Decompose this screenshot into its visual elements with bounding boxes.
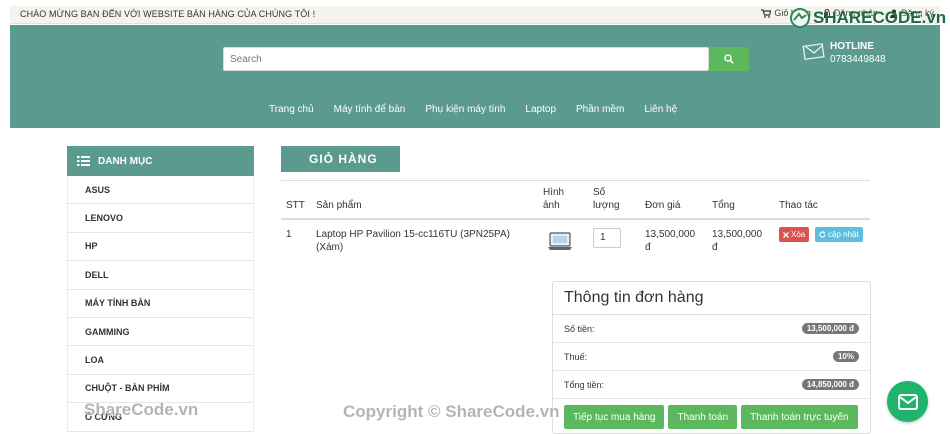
sidebar-item-asus[interactable]: ASUS — [67, 176, 254, 205]
cart-table: STT Sản phẩm Hình ảnh Số lượng Đơn giá Tổn… — [281, 180, 870, 262]
sidebar-item-lenovo[interactable]: LENOVO — [67, 204, 254, 233]
order-title: Thông tin đơn hàng — [553, 282, 870, 315]
watermark-copyright: Copyright © ShareCode.vn — [343, 402, 560, 421]
refresh-icon — [819, 231, 826, 238]
category-title: DANH MỤC — [98, 155, 153, 167]
grand-total-row: Tổng tiền: 14,850,000 đ — [553, 371, 870, 399]
subtotal-label: Số tiền: — [564, 323, 595, 334]
mail-icon — [897, 393, 918, 410]
row-unit-price-line2: đ — [645, 242, 651, 253]
row-total-line1: 13,500,000 — [712, 229, 763, 240]
row-unit-price-line1: 13,500,000 — [645, 229, 696, 240]
tax-row: Thuế: 10% — [553, 343, 870, 371]
category-sidebar: DANH MỤC ASUS LENOVO HP DELL MÁY TÍNH BÀ… — [67, 146, 254, 432]
order-summary-panel: Thông tin đơn hàng Số tiền: 13,500,000 đ… — [552, 281, 871, 434]
col-image-line1: Hình — [543, 187, 565, 198]
update-label: cập nhật — [828, 230, 859, 239]
nav-home[interactable]: Trang chủ — [269, 104, 314, 115]
nav-contact[interactable]: Liên hệ — [644, 104, 677, 115]
col-qty-line1: Số — [593, 187, 606, 198]
col-stt: STT — [286, 200, 305, 211]
row-stt: 1 — [286, 229, 292, 240]
hotline-label: HOTLINE — [830, 41, 874, 52]
row-product[interactable]: Laptop HP Pavilion 15-cc116TU (3PN25PA) (… — [316, 228, 510, 254]
grand-total-badge: 14,850,000 đ — [801, 379, 859, 390]
col-actions: Thao tác — [779, 200, 818, 211]
col-qty-line2: lượng — [593, 200, 620, 211]
sidebar-item-speaker[interactable]: LOA — [67, 346, 254, 375]
col-total: Tổng — [712, 200, 735, 211]
cart-icon — [761, 8, 772, 18]
envelope-icon — [802, 43, 825, 61]
subtotal-row: Số tiền: 13,500,000 đ — [553, 315, 870, 343]
sidebar-item-hp[interactable]: HP — [67, 232, 254, 262]
hotline: HOTLINE 0783449848 — [802, 41, 886, 65]
sidebar-item-dell[interactable]: DELL — [67, 261, 254, 290]
nav-software[interactable]: Phần mềm — [576, 104, 624, 115]
continue-shopping-button[interactable]: Tiếp tục mua hàng — [564, 405, 665, 429]
col-qty: Số lượng — [593, 186, 620, 212]
row-unit-price: 13,500,000 đ — [645, 228, 695, 254]
delete-label: Xóa — [791, 230, 806, 239]
search-input[interactable] — [224, 48, 708, 70]
search-button[interactable] — [709, 47, 749, 71]
sidebar-item-desktop[interactable]: MÁY TÍNH BÀN — [67, 289, 254, 318]
sidebar-item-mouse-keyboard[interactable]: CHUỘT - BÀN PHÍM — [67, 374, 254, 404]
list-icon — [77, 156, 90, 166]
delete-button[interactable]: Xóa — [779, 227, 810, 242]
update-button[interactable]: cập nhật — [815, 227, 863, 242]
subtotal-badge: 13,500,000 đ — [801, 323, 859, 334]
tax-label: Thuế: — [564, 351, 588, 362]
sidebar-item-gaming[interactable]: GAMMING — [67, 317, 254, 347]
chat-button[interactable] — [887, 381, 928, 422]
row-product-line1: Laptop HP Pavilion 15-cc116TU (3PN25PA) — [316, 229, 510, 240]
main-nav: Trang chủ Máy tính để bàn Phụ kiện máy t… — [269, 104, 697, 115]
header: HOTLINE 0783449848 Trang chủ Máy tính để… — [10, 25, 940, 128]
search-box — [223, 47, 709, 71]
checkout-button[interactable]: Thanh toán — [668, 405, 738, 429]
col-product: Sản phẩm — [316, 200, 362, 211]
search-icon — [724, 54, 734, 64]
sharecode-logo: SHARECODE.vn — [790, 8, 946, 28]
tax-badge: 10% — [832, 351, 859, 362]
cart-banner: GIỎ HÀNG — [281, 146, 400, 172]
logo-icon — [790, 8, 810, 28]
nav-laptop[interactable]: Laptop — [525, 104, 556, 115]
row-total: 13,500,000 đ — [712, 228, 762, 254]
row-product-line2: (Xám) — [316, 242, 344, 253]
welcome-text: CHÀO MỪNG BẠN ĐẾN VỚI WEBSITE BÁN HÀNG C… — [20, 9, 316, 19]
quantity-input[interactable]: 1 — [593, 228, 621, 248]
nav-desktop[interactable]: Máy tính để bàn — [334, 104, 406, 115]
col-image-line2: ảnh — [543, 200, 560, 211]
hotline-number: 0783449848 — [830, 54, 886, 65]
product-thumbnail — [548, 232, 572, 250]
table-header: STT Sản phẩm Hình ảnh Số lượng Đơn giá Tổn… — [281, 180, 870, 220]
col-image: Hình ảnh — [543, 186, 564, 212]
watermark-sharecode: ShareCode.vn — [84, 400, 199, 419]
grand-total-label: Tổng tiền: — [564, 379, 605, 390]
col-unit-price: Đơn giá — [645, 200, 681, 211]
online-payment-button[interactable]: Thanh toán trực tuyến — [741, 405, 858, 429]
nav-accessories[interactable]: Phụ kiện máy tính — [425, 104, 505, 115]
category-header: DANH MỤC — [67, 146, 254, 176]
close-icon — [783, 231, 789, 238]
order-actions: Tiếp tục mua hàng Thanh toán Thanh toán … — [564, 405, 858, 429]
logo-text: SHARECODE.vn — [813, 8, 947, 27]
row-total-line2: đ — [712, 242, 718, 253]
